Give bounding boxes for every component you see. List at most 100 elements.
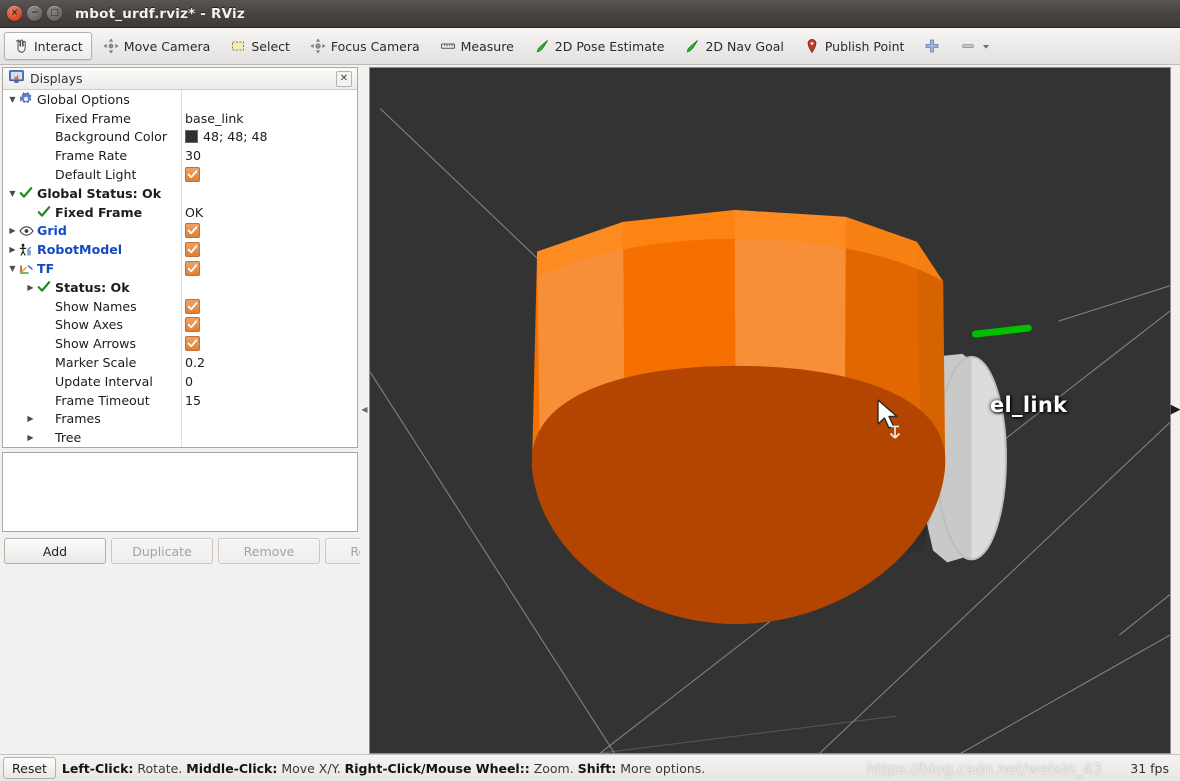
tree-row-label: Background Color: [55, 129, 168, 145]
tree-row-name: Default Light: [3, 167, 181, 182]
tool-interact[interactable]: Interact: [4, 32, 92, 60]
tree-row-value[interactable]: 15: [181, 393, 357, 408]
measure-ruler-icon: [440, 38, 456, 54]
checkbox-checked[interactable]: [185, 223, 200, 239]
tree-row[interactable]: Show Names: [3, 297, 357, 316]
twisty-collapsed-icon[interactable]: ▶: [25, 283, 36, 292]
left-column: Displays ✕ ▼ Global Options Fixed Frame bas…: [0, 65, 427, 754]
tree-row[interactable]: ▼ Global Options: [3, 90, 357, 109]
select-rect-icon: [230, 38, 246, 54]
render-view-3d[interactable]: el_link: [369, 67, 1171, 754]
chevron-down-icon[interactable]: [981, 38, 991, 54]
tree-row-label: Status: Ok: [55, 279, 130, 295]
tree-row-label: Global Options: [37, 91, 130, 107]
tree-value-text: base_link: [185, 110, 244, 126]
tree-row[interactable]: Fixed Frame base_link: [3, 109, 357, 128]
tree-row[interactable]: ▶ Grid: [3, 222, 357, 241]
tree-row[interactable]: Show Arrows: [3, 334, 357, 353]
add-button[interactable]: Add: [4, 538, 106, 565]
collapse-left-icon[interactable]: ◀: [361, 405, 367, 414]
twisty-collapsed-icon[interactable]: ▶: [7, 226, 18, 235]
reset-button[interactable]: Reset: [3, 757, 56, 779]
tree-row[interactable]: Fixed Frame OK: [3, 203, 357, 222]
tree-row-name: Show Arrows: [3, 336, 181, 351]
close-icon[interactable]: ✕: [336, 71, 352, 87]
right-splitter[interactable]: ▶: [1171, 65, 1180, 754]
twisty-collapsed-icon[interactable]: ▶: [25, 414, 36, 423]
tree-row-value[interactable]: [181, 317, 357, 333]
window-controls: × − □: [7, 6, 62, 21]
tree-row-value[interactable]: [181, 242, 357, 258]
tree-row[interactable]: Background Color 48; 48; 48: [3, 128, 357, 147]
tool-move-camera[interactable]: Move Camera: [94, 32, 220, 60]
checkbox-checked[interactable]: [185, 242, 200, 258]
tree-row-label: Update Interval: [55, 373, 153, 389]
tool-select[interactable]: Select: [221, 32, 299, 60]
tree-row[interactable]: ▼ Global Status: Ok: [3, 184, 357, 203]
window-maximize-button[interactable]: □: [47, 6, 62, 21]
twisty-expanded-icon[interactable]: ▼: [7, 95, 18, 104]
tree-row-value[interactable]: [181, 336, 357, 352]
tree-value-text: 15: [185, 392, 202, 408]
checkbox-checked[interactable]: [185, 298, 200, 314]
tree-row-value[interactable]: 0: [181, 374, 357, 389]
hint-segment: Right-Click/Mouse Wheel::: [344, 760, 530, 776]
tree-row-value[interactable]: [181, 167, 357, 183]
tree-value-text: 0: [185, 373, 194, 389]
tree-column-divider[interactable]: [181, 90, 182, 448]
tree-value-text: 0.2: [185, 355, 206, 371]
tool-publish-point[interactable]: Publish Point: [795, 32, 914, 60]
tree-row[interactable]: Frame Rate 30: [3, 146, 357, 165]
tree-row-value[interactable]: 0.2: [181, 355, 357, 370]
tree-row[interactable]: ▼ TF: [3, 259, 357, 278]
tree-row[interactable]: ▶ Tree: [3, 428, 357, 447]
tree-row-label: Frames: [55, 411, 101, 427]
tree-row-value[interactable]: [181, 298, 357, 314]
tree-row-value[interactable]: 30: [181, 148, 357, 163]
tree-row[interactable]: Default Light: [3, 165, 357, 184]
tree-row[interactable]: Marker Scale 0.2: [3, 353, 357, 372]
twisty-collapsed-icon[interactable]: ▶: [7, 245, 18, 254]
twisty-collapsed-icon[interactable]: ▶: [25, 433, 36, 442]
tool-focus-camera[interactable]: Focus Camera: [301, 32, 429, 60]
twisty-expanded-icon[interactable]: ▼: [7, 189, 18, 198]
window-close-button[interactable]: ×: [7, 6, 22, 21]
color-swatch[interactable]: [185, 130, 198, 144]
tree-row-value[interactable]: [181, 223, 357, 239]
tree-row[interactable]: ▶ RobotModel: [3, 240, 357, 259]
twisty-expanded-icon[interactable]: ▼: [7, 264, 18, 273]
tool-measure[interactable]: Measure: [431, 32, 523, 60]
description-panel: [2, 452, 358, 533]
collapse-right-icon[interactable]: ▶: [1171, 402, 1180, 417]
minimize-icon: −: [30, 8, 39, 18]
tree-row[interactable]: ▶ Frames: [3, 410, 357, 429]
tree-row[interactable]: ▶ Status: Ok: [3, 278, 357, 297]
tool-2d-pose-estimate[interactable]: 2D Pose Estimate: [525, 32, 674, 60]
tree-row-label: Show Names: [55, 298, 137, 314]
tree-row-value[interactable]: base_link: [181, 111, 357, 126]
add-tool-button[interactable]: [915, 32, 949, 60]
checkbox-checked[interactable]: [185, 336, 200, 352]
tree-row-label: RobotModel: [37, 242, 123, 258]
checkbox-checked[interactable]: [185, 167, 200, 183]
rviz-window: × − □ mbot_urdf.rviz* - RViz Interact Mo…: [0, 0, 1180, 781]
tool-2d-nav-goal[interactable]: 2D Nav Goal: [675, 32, 792, 60]
tree-row-value[interactable]: 48; 48; 48: [181, 129, 357, 144]
checkbox-checked[interactable]: [185, 261, 200, 277]
tree-row-value[interactable]: [181, 261, 357, 277]
gear-icon: [18, 92, 34, 106]
tree-row[interactable]: Show Axes: [3, 316, 357, 335]
checkbox-checked[interactable]: [185, 317, 200, 333]
tree-row-name: Show Axes: [3, 317, 181, 332]
left-splitter[interactable]: ◀: [360, 65, 369, 754]
hint-segment: Middle-Click:: [186, 760, 278, 776]
remove-tool-button[interactable]: [951, 32, 1000, 60]
displays-tree[interactable]: ▼ Global Options Fixed Frame base_link Backg…: [3, 90, 357, 448]
tree-row[interactable]: Update Interval 0: [3, 372, 357, 391]
tree-row[interactable]: Frame Timeout 15: [3, 391, 357, 410]
hint-segment: Zoom.: [529, 760, 578, 776]
tree-row-value[interactable]: OK: [181, 205, 357, 220]
duplicate-button: Duplicate: [111, 538, 213, 565]
tool-select-label: Select: [251, 38, 290, 54]
window-minimize-button[interactable]: −: [27, 6, 42, 21]
